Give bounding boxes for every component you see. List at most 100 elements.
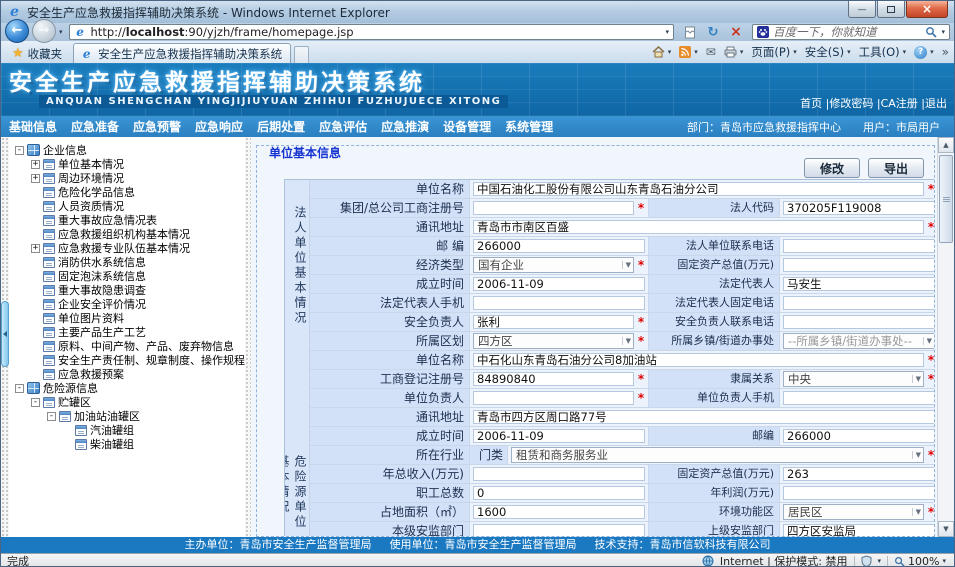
scroll-thumb[interactable] (939, 155, 953, 243)
nav-item-7[interactable]: 应急推演 (381, 118, 429, 135)
close-button[interactable]: × (906, 1, 948, 18)
home-button[interactable]: ▾ (652, 46, 672, 58)
compatibility-view-button[interactable] (680, 24, 700, 40)
search-box[interactable]: 百度一下，你就知道 ▾ (752, 24, 950, 40)
field-input[interactable] (473, 410, 935, 424)
field-input[interactable] (473, 220, 924, 234)
safety-menu-button[interactable]: 安全(S)▾ (805, 44, 851, 60)
field-select[interactable]: 国有企业▼ (473, 257, 634, 273)
tree-item[interactable]: -加油站油罐区 (13, 409, 245, 423)
stop-button[interactable]: × (726, 24, 746, 40)
nav-item-8[interactable]: 设备管理 (443, 118, 491, 135)
history-chevron-icon[interactable]: ▾ (59, 28, 63, 36)
expand-icon[interactable]: + (31, 244, 40, 253)
field-input[interactable] (473, 239, 645, 253)
expand-icon[interactable]: + (31, 160, 40, 169)
field-input[interactable] (783, 201, 935, 215)
tree-item[interactable]: 应急救援预案 (13, 367, 245, 381)
tree-item[interactable]: 应急救援组织机构基本情况 (13, 227, 245, 241)
feeds-button[interactable]: ▾ (679, 46, 698, 58)
tree-item[interactable]: +单位基本情况 (13, 157, 245, 171)
minimize-button[interactable]: — (848, 1, 876, 18)
nav-item-2[interactable]: 应急准备 (71, 118, 119, 135)
field-input[interactable] (473, 505, 645, 519)
collapse-icon[interactable]: - (15, 146, 24, 155)
collapse-icon[interactable]: - (31, 398, 40, 407)
tree-item[interactable]: 固定泡沫系统信息 (13, 269, 245, 283)
tab-active[interactable]: e 安全生产应急救援指挥辅助决策系统 (73, 43, 291, 63)
field-select[interactable]: 四方区▼ (473, 333, 634, 349)
content-scrollbar[interactable]: ▲ ▼ (937, 137, 954, 537)
field-input[interactable] (783, 391, 935, 405)
collapse-icon[interactable]: - (15, 384, 24, 393)
tree-item[interactable]: 重大事故隐患调查 (13, 283, 245, 297)
nav-item-3[interactable]: 应急预警 (133, 118, 181, 135)
field-input[interactable] (473, 353, 924, 367)
scroll-down-button[interactable]: ▼ (938, 521, 954, 537)
tree-item[interactable]: 消防供水系统信息 (13, 255, 245, 269)
tree-item[interactable]: +应急救援专业队伍基本情况 (13, 241, 245, 255)
field-select[interactable]: 居民区▼ (783, 504, 924, 520)
chevron-down-icon[interactable]: ▾ (878, 557, 882, 565)
sidebar-splitter[interactable] (1, 137, 9, 537)
field-input[interactable] (783, 467, 935, 481)
nav-item-6[interactable]: 应急评估 (319, 118, 367, 135)
field-select[interactable]: 中央▼ (783, 371, 924, 387)
forward-button[interactable]: → (32, 19, 56, 43)
field-input[interactable] (783, 315, 935, 329)
tree-item[interactable]: -危险源信息 (13, 381, 245, 395)
header-link-2[interactable]: 修改密码 (829, 97, 873, 110)
field-select[interactable]: --所属乡镇/街道办事处--▼ (783, 333, 935, 349)
field-input[interactable] (473, 486, 645, 500)
zoom-control[interactable]: 100% ▾ (894, 555, 946, 567)
field-input[interactable] (473, 315, 634, 329)
back-button[interactable]: ← (5, 19, 29, 43)
tools-menu-button[interactable]: 工具(O)▾ (859, 44, 907, 60)
field-input[interactable] (783, 296, 935, 310)
tree-item[interactable]: -企业信息 (13, 143, 245, 157)
refresh-button[interactable]: ↻ (703, 24, 723, 40)
tree-item[interactable]: 企业安全评价情况 (13, 297, 245, 311)
print-button[interactable]: ▾ (724, 46, 744, 58)
field-input[interactable] (473, 391, 634, 405)
collapse-icon[interactable]: - (47, 412, 56, 421)
tree-item[interactable]: +周边环境情况 (13, 171, 245, 185)
tree-item[interactable]: 柴油罐组 (13, 437, 245, 451)
tree-item[interactable]: -贮罐区 (13, 395, 245, 409)
expand-icon[interactable]: + (31, 174, 40, 183)
favorites-button[interactable]: ★ 收藏夹 (4, 44, 70, 63)
tree-item[interactable]: 汽油罐组 (13, 423, 245, 437)
field-input[interactable] (783, 429, 935, 443)
search-icon[interactable] (925, 26, 937, 38)
address-bar[interactable]: e http://localhost:90/yjzh/frame/homepag… (69, 24, 674, 40)
field-input[interactable] (473, 277, 645, 291)
title-bar[interactable]: e 安全生产应急救援指挥辅助决策系统 - Windows Internet Ex… (1, 1, 954, 23)
maximize-button[interactable] (877, 1, 905, 18)
new-tab-button[interactable] (294, 46, 309, 63)
tree-item[interactable]: 危险化学品信息 (13, 185, 245, 199)
export-button[interactable]: 导出 (868, 158, 924, 178)
search-dropdown-icon[interactable]: ▾ (941, 28, 945, 36)
header-link-3[interactable]: CA注册 (881, 97, 918, 110)
field-input[interactable] (473, 429, 645, 443)
field-input[interactable] (473, 467, 645, 481)
field-select[interactable]: 租赁和商务服务业▼ (511, 447, 924, 463)
overflow-chevron-icon[interactable]: » (942, 45, 949, 59)
help-button[interactable]: ?▾ (914, 46, 934, 59)
tree-item[interactable]: 原料、中间产物、产品、废弃物信息 (13, 339, 245, 353)
nav-item-5[interactable]: 后期处置 (257, 118, 305, 135)
read-mail-button[interactable]: ✉ (706, 45, 716, 59)
nav-item-9[interactable]: 系统管理 (505, 118, 553, 135)
tree-item[interactable]: 主要产品生产工艺 (13, 325, 245, 339)
page-menu-button[interactable]: 页面(P)▾ (751, 44, 796, 60)
tree-item[interactable]: 人员资质情况 (13, 199, 245, 213)
tree-item[interactable]: 安全生产责任制、规章制度、操作规程信息 (13, 353, 245, 367)
field-input[interactable] (473, 182, 924, 196)
field-input[interactable] (473, 201, 634, 215)
field-input[interactable] (473, 296, 645, 310)
search-input[interactable]: 百度一下，你就知道 (773, 24, 921, 40)
scroll-up-button[interactable]: ▲ (938, 137, 954, 153)
field-input[interactable] (783, 524, 935, 537)
nav-item-1[interactable]: 基础信息 (9, 118, 57, 135)
tree-item[interactable]: 单位图片资料 (13, 311, 245, 325)
